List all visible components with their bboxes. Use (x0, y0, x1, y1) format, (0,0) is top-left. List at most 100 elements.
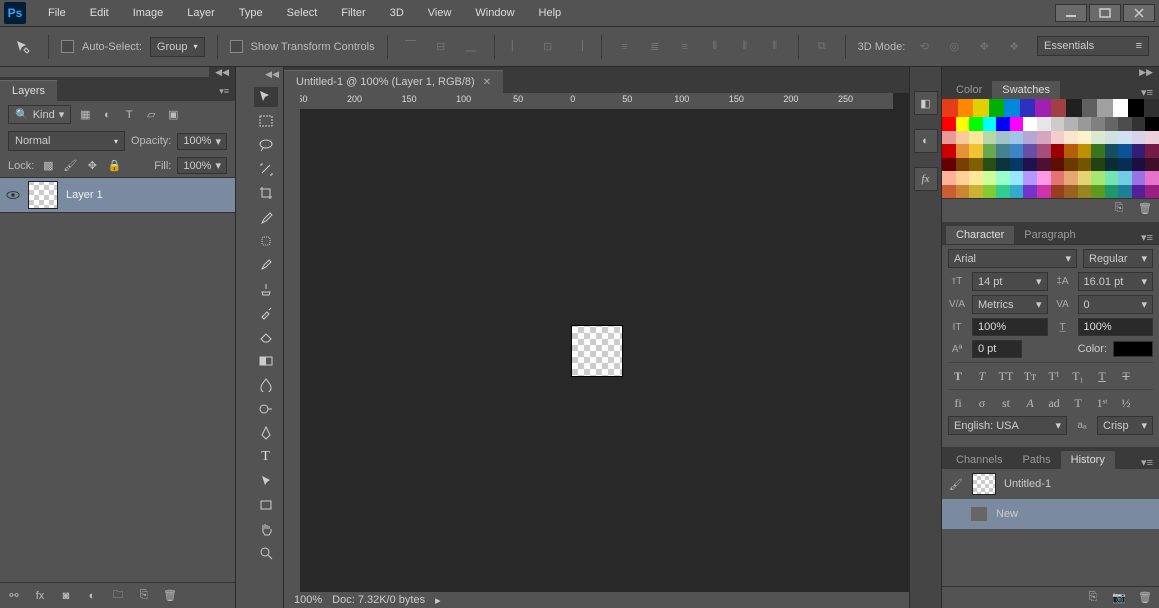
swatch[interactable] (942, 117, 956, 131)
swatches-grid[interactable] (942, 117, 1159, 198)
swatch[interactable] (1064, 185, 1078, 199)
distribute-hcenter-icon[interactable]: ⦀ (734, 36, 756, 58)
smallcaps-button[interactable]: Tᴛ (1020, 367, 1040, 385)
swatch[interactable] (1037, 171, 1051, 185)
swatch[interactable] (996, 117, 1010, 131)
ligatures-button[interactable]: fi (948, 394, 968, 412)
strikethrough-button[interactable]: T (1116, 367, 1136, 385)
shape-tool[interactable] (254, 495, 278, 515)
swatch[interactable] (969, 144, 983, 158)
swatch[interactable] (956, 117, 970, 131)
type-tool[interactable]: T (254, 447, 278, 467)
brush-source-icon[interactable]: 🖌 (948, 476, 964, 492)
swatch[interactable] (1105, 171, 1119, 185)
kerning-field[interactable]: Metrics▾ (972, 295, 1048, 314)
menu-3d[interactable]: 3D (378, 2, 416, 24)
align-right-icon[interactable]: ⎹ (567, 36, 589, 58)
swatch[interactable] (1078, 171, 1092, 185)
filter-kind-dropdown[interactable]: 🔍 Kind ▾ (8, 105, 71, 124)
swatch[interactable] (942, 144, 956, 158)
layer-row[interactable]: Layer 1 (0, 177, 235, 213)
swatch[interactable] (1105, 185, 1119, 199)
align-hcenter-icon[interactable]: ⊡ (537, 36, 559, 58)
eraser-tool[interactable] (254, 327, 278, 347)
swatch[interactable] (1132, 185, 1146, 199)
swatch[interactable] (1118, 158, 1132, 172)
lasso-tool[interactable] (254, 135, 278, 155)
allcaps-button[interactable]: TT (996, 367, 1016, 385)
autoselect-target-dropdown[interactable]: Group▾ (150, 37, 205, 57)
panel-menu-icon[interactable]: ▾≡ (213, 82, 235, 101)
show-transform-checkbox[interactable] (230, 40, 243, 53)
distribute-top-icon[interactable]: ≡ (614, 36, 636, 58)
swatch[interactable] (942, 171, 956, 185)
swatch[interactable] (1091, 158, 1105, 172)
channels-tab[interactable]: Channels (946, 451, 1012, 469)
superscript-button[interactable]: T¹ (1044, 367, 1064, 385)
swatch[interactable] (1078, 131, 1092, 145)
character-tab[interactable]: Character (946, 226, 1014, 244)
eyedropper-tool[interactable] (254, 207, 278, 227)
swatch[interactable] (1132, 131, 1146, 145)
menu-window[interactable]: Window (463, 2, 526, 24)
font-size-field[interactable]: 14 pt▾ (972, 272, 1048, 291)
3d-slide-icon[interactable]: ❖ (1003, 36, 1025, 58)
swatch[interactable] (956, 144, 970, 158)
swatch[interactable] (1051, 185, 1065, 199)
maximize-button[interactable] (1089, 4, 1121, 22)
swatch[interactable] (983, 171, 997, 185)
visibility-icon[interactable] (6, 188, 20, 202)
swatch[interactable] (1105, 158, 1119, 172)
swatch[interactable] (1105, 144, 1119, 158)
swatch[interactable] (956, 131, 970, 145)
new-layer-icon[interactable]: ⎘ (136, 588, 152, 604)
alt-button[interactable]: σ (972, 394, 992, 412)
swatches-tab[interactable]: Swatches (992, 81, 1060, 99)
swatch[interactable] (1078, 144, 1092, 158)
swatch[interactable] (1078, 185, 1092, 199)
3d-rotate-icon[interactable]: ⟲ (913, 36, 935, 58)
swatch[interactable] (1037, 158, 1051, 172)
delete-state-icon[interactable]: 🗑 (1137, 590, 1153, 606)
swatch[interactable] (956, 171, 970, 185)
titling-button[interactable]: ad (1044, 394, 1064, 412)
styles-icon[interactable]: fx (914, 167, 938, 191)
fill-field[interactable]: 100%▾ (177, 157, 227, 174)
auto-align-icon[interactable]: ⧉ (811, 36, 833, 58)
oldstyle-button[interactable]: st (996, 394, 1016, 412)
swatch[interactable] (942, 158, 956, 172)
swash-button[interactable]: A (1020, 394, 1040, 412)
history-state[interactable]: New (942, 499, 1159, 529)
zoom-field[interactable]: 100% (294, 594, 322, 606)
swatch[interactable] (969, 117, 983, 131)
swatch[interactable] (1091, 131, 1105, 145)
link-layers-icon[interactable]: ⚯ (6, 588, 22, 604)
swatch[interactable] (996, 185, 1010, 199)
menu-view[interactable]: View (416, 2, 464, 24)
language-dropdown[interactable]: English: USA▾ (948, 416, 1067, 435)
menu-layer[interactable]: Layer (175, 2, 227, 24)
swatch[interactable] (1037, 131, 1051, 145)
group-icon[interactable]: 🗀 (110, 588, 126, 604)
swatch[interactable] (996, 131, 1010, 145)
swatch[interactable] (1105, 117, 1119, 131)
swatch[interactable] (1023, 185, 1037, 199)
delete-swatch-icon[interactable]: 🗑 (1137, 201, 1153, 217)
swatch[interactable] (1023, 117, 1037, 131)
swatch[interactable] (969, 171, 983, 185)
lock-all-icon[interactable]: 🔒 (106, 158, 122, 174)
bold-button[interactable]: T (948, 367, 968, 385)
swatch[interactable] (1064, 158, 1078, 172)
layers-tab[interactable]: Layers (0, 80, 57, 101)
menu-help[interactable]: Help (527, 2, 574, 24)
swatch[interactable] (956, 158, 970, 172)
swatch[interactable] (1091, 117, 1105, 131)
swatch[interactable] (1078, 158, 1092, 172)
swatch[interactable] (1010, 171, 1024, 185)
3d-roll-icon[interactable]: ◎ (943, 36, 965, 58)
font-family-dropdown[interactable]: Arial▾ (948, 249, 1077, 268)
half-button[interactable]: ½ (1116, 394, 1136, 412)
swatch[interactable] (1132, 171, 1146, 185)
blend-mode-dropdown[interactable]: Normal▾ (8, 131, 125, 151)
menu-filter[interactable]: Filter (329, 2, 377, 24)
